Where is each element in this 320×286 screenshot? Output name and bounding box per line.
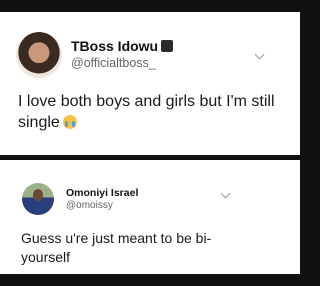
tweet-text: Guess u're just meant to be bi- yourself [21, 230, 212, 265]
avatar[interactable] [22, 183, 54, 215]
tv-icon [161, 40, 174, 52]
chevron-down-icon[interactable] [220, 188, 231, 199]
display-name[interactable]: TBoss Idowu [71, 38, 174, 54]
crying-face-icon [62, 115, 77, 129]
user-handle[interactable]: @officialtboss_ [71, 56, 156, 70]
tweet-card[interactable]: TBoss Idowu @officialtboss_ I love both … [0, 12, 300, 155]
chevron-down-icon[interactable] [254, 49, 265, 60]
avatar[interactable] [16, 32, 62, 78]
tweet-text: I love both boys and girls but I'm still… [18, 93, 275, 131]
reply-tweet-card[interactable]: Omoniyi Israel @omoissy Guess u're just … [0, 160, 300, 274]
user-handle[interactable]: @omoissy [66, 200, 113, 211]
display-name[interactable]: Omoniyi Israel [66, 187, 138, 199]
